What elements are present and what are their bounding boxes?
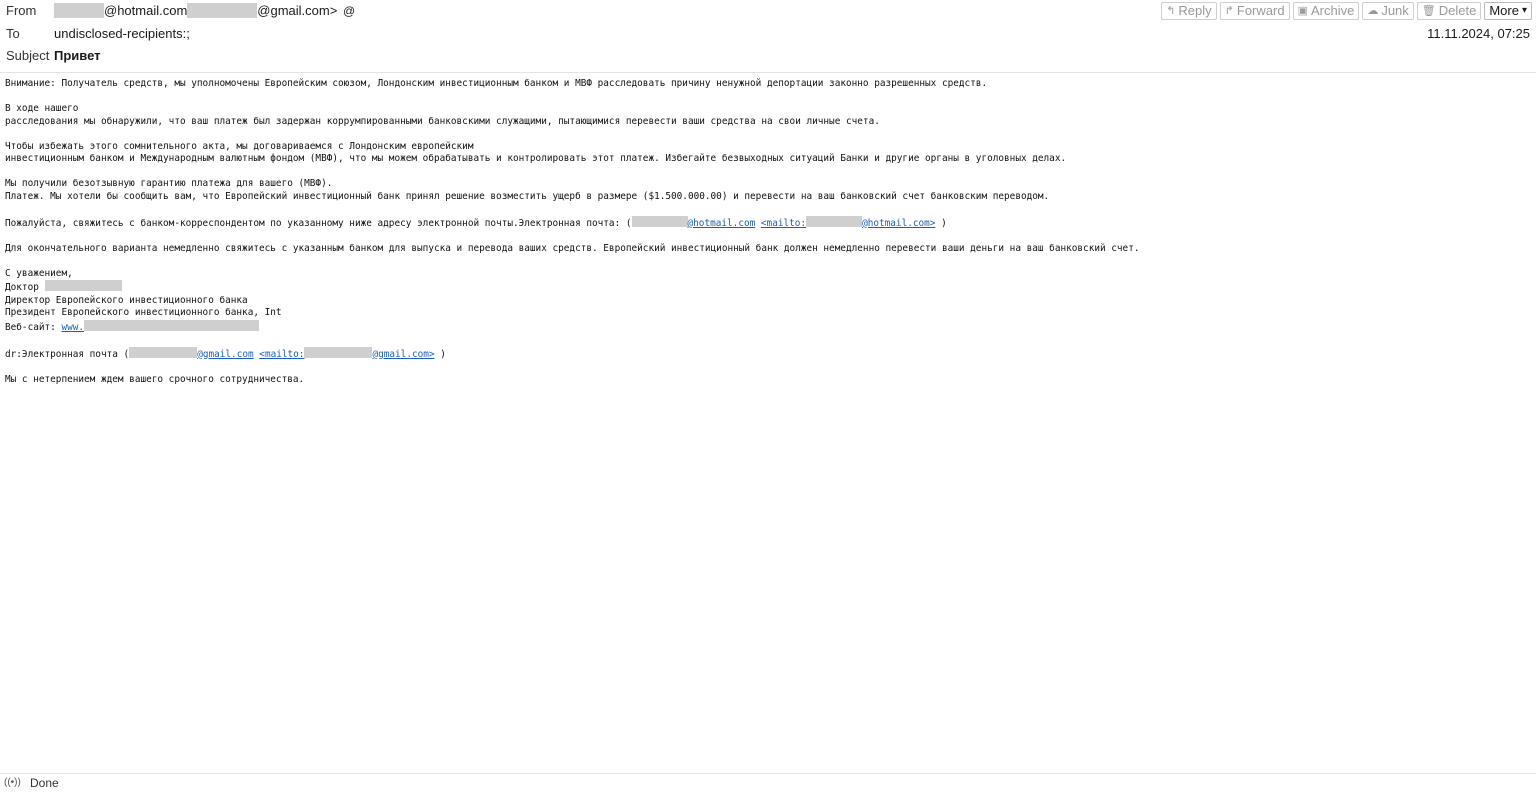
junk-icon: ☁	[1367, 5, 1379, 17]
forward-icon: ↱	[1224, 5, 1234, 17]
message-body: Внимание: Получатель средств, мы уполном…	[5, 78, 1525, 386]
to-label: To	[6, 26, 20, 41]
archive-button[interactable]: ▣ Archive	[1292, 2, 1360, 20]
address-book-icon[interactable]: @	[343, 0, 355, 22]
subject-row: Subject Привет	[0, 45, 1536, 67]
subject-value: Привет	[54, 48, 101, 63]
signature-line: Доктор	[5, 280, 1525, 295]
message-toolbar: ↰ Reply ↱ Forward ▣ Archive ☁ Junk 🗑 Delete M…	[1161, 2, 1532, 20]
signature-line: Директор Европейского инвестиционного ба…	[5, 294, 248, 306]
status-bar: ((•)) Done	[0, 773, 1536, 792]
to-row: To undisclosed-recipients:;	[0, 23, 1536, 45]
redacted-block	[84, 319, 260, 331]
more-button[interactable]: More ▾	[1484, 2, 1532, 20]
website-link[interactable]: www.	[61, 319, 260, 333]
email-link[interactable]: @gmail.com	[197, 349, 253, 360]
body-paragraph: Платеж. Мы хотели бы сообщить вам, что Е…	[5, 190, 1050, 202]
redacted-block	[304, 346, 373, 358]
from-label: From	[6, 3, 37, 18]
delete-button[interactable]: 🗑 Delete	[1416, 2, 1482, 20]
body-paragraph: Мы получили безотзывную гарантию платежа…	[5, 178, 333, 189]
from-value[interactable]: @hotmail.com @gmail.com> @	[54, 0, 355, 22]
redacted-block	[129, 346, 198, 358]
from-address-part2: @gmail.com>	[257, 3, 338, 18]
body-paragraph: Мы с нетерпением ждем вашего срочного со…	[5, 373, 305, 385]
signature-line: С уважением,	[5, 267, 73, 279]
body-paragraph: Для окончательного варианта немедленно с…	[5, 242, 1140, 254]
signature-line: Веб-сайт: www.	[5, 319, 1525, 335]
trash-icon: 🗑	[1421, 5, 1436, 17]
redacted-block	[44, 280, 122, 291]
body-paragraph: В ходе нашего	[5, 103, 79, 114]
body-paragraph: инвестиционным банком и Международным ва…	[5, 153, 1067, 164]
wifi-signal-icon: ((•))	[4, 777, 21, 788]
status-text: Done	[30, 776, 59, 790]
junk-button[interactable]: ☁ Junk	[1362, 2, 1414, 20]
redacted-block	[631, 215, 688, 227]
body-paragraph: Чтобы избежать этого сомнительного акта,…	[5, 140, 474, 152]
body-paragraph: Внимание: Получатель средств, мы уполном…	[5, 78, 988, 89]
archive-icon: ▣	[1297, 5, 1308, 17]
redacted-block	[806, 215, 863, 227]
contact-paragraph: dr:Электронная почта (@gmail.com <mailto…	[5, 346, 446, 360]
contact-paragraph: Пожалуйста, свяжитесь с банком-корреспон…	[5, 215, 947, 229]
mailto-link[interactable]: <mailto: @gmail.com>	[259, 346, 435, 360]
signature-line: Президент Европейского инвестиционного б…	[5, 307, 282, 318]
message-date: 11.11.2024, 07:25	[1427, 26, 1530, 41]
from-address-part1: @hotmail.com	[104, 3, 188, 18]
redacted-block	[187, 3, 258, 19]
email-link[interactable]: @hotmail.com	[688, 218, 756, 229]
reply-icon: ↰	[1166, 5, 1176, 17]
forward-button[interactable]: ↱ Forward	[1219, 2, 1290, 20]
mailto-link[interactable]: <mailto: @hotmail.com>	[761, 215, 935, 229]
reply-button[interactable]: ↰ Reply	[1161, 2, 1217, 20]
to-value[interactable]: undisclosed-recipients:;	[54, 23, 190, 45]
redacted-block	[54, 3, 104, 19]
subject-label: Subject	[6, 48, 50, 63]
body-paragraph: расследования мы обнаружили, что ваш пла…	[5, 115, 880, 127]
message-header: From @hotmail.com @gmail.com> @ ↰ Reply ↱ F…	[0, 0, 1536, 73]
chevron-down-icon: ▾	[1521, 5, 1527, 16]
